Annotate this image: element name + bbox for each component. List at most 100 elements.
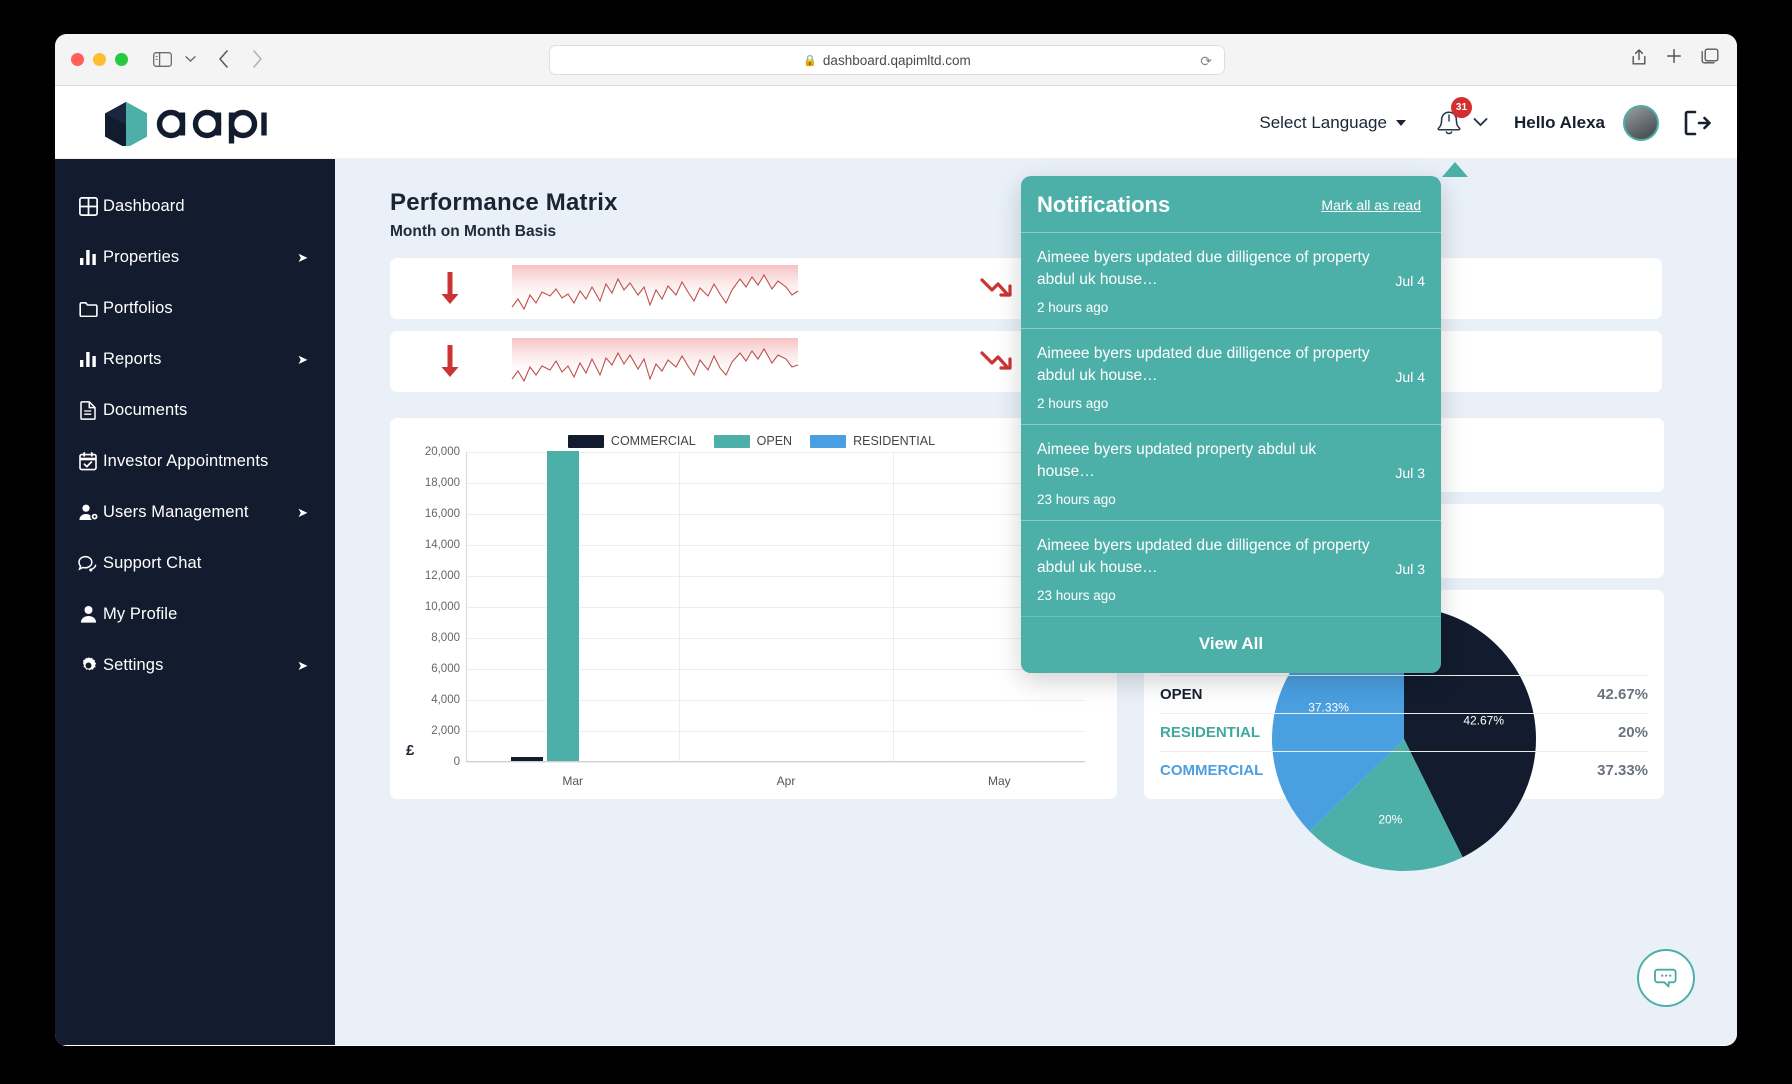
chevron-down-icon <box>1396 120 1406 126</box>
y-axis-tick-label: 4,000 <box>431 694 460 706</box>
browser-window: 🔒 dashboard.qapimltd.com ⟳ <box>55 34 1737 1046</box>
sidebar-item-label: Properties <box>103 248 179 267</box>
mark-all-as-read-link[interactable]: Mark all as read <box>1321 197 1421 213</box>
vertical-gridline <box>679 452 680 762</box>
expand-arrow-icon: ➤ <box>297 658 308 674</box>
pie-slice-label: 20% <box>1378 813 1402 827</box>
notifications-popover-pointer <box>1442 162 1468 177</box>
chat-bubble-icon <box>1653 966 1680 991</box>
header-actions: Select Language 31 Hello Alexa <box>1259 86 1711 159</box>
sidebar: Dashboard Properties ➤ Portfolios Re <box>55 159 335 1045</box>
app-body: Dashboard Properties ➤ Portfolios Re <box>55 159 1737 1045</box>
notifications-header: Notifications Mark all as read <box>1021 176 1441 232</box>
sidebar-item-label: Portfolios <box>103 299 173 318</box>
sidebar-item-settings[interactable]: Settings ➤ <box>55 640 335 691</box>
x-axis-tick-label: Mar <box>562 774 583 788</box>
y-axis-tick-label: 2,000 <box>431 725 460 737</box>
table-row-value: 20% <box>1618 724 1648 741</box>
language-selector[interactable]: Select Language <box>1259 113 1406 133</box>
table-row-label: RESIDENTIAL <box>1160 724 1260 741</box>
chart-legend: COMMERCIAL OPEN RESIDENTIAL <box>404 434 1099 448</box>
table-row[interactable]: RESIDENTIAL 20% <box>1160 713 1648 751</box>
sidebar-item-investor-appointments[interactable]: Investor Appointments <box>55 436 335 487</box>
sidebar-item-label: My Profile <box>103 605 177 624</box>
notification-item[interactable]: Aimeee byers updated due dilligence of p… <box>1021 328 1441 424</box>
sidebar-chevron-down-icon[interactable] <box>181 48 199 70</box>
notification-time: 2 hours ago <box>1037 396 1377 411</box>
y-axis-tick-label: 12,000 <box>425 570 460 582</box>
maximize-window-button[interactable] <box>115 53 128 66</box>
qapi-wordmark <box>154 101 270 145</box>
user-icon <box>73 605 103 624</box>
sidebar-item-dashboard[interactable]: Dashboard <box>55 181 335 232</box>
sidebar-item-label: Reports <box>103 350 161 369</box>
sidebar-item-my-profile[interactable]: My Profile <box>55 589 335 640</box>
sidebar-item-documents[interactable]: Documents <box>55 385 335 436</box>
view-all-button[interactable]: View All <box>1021 616 1441 673</box>
bar-chart-icon <box>73 249 103 266</box>
back-button[interactable] <box>212 48 234 70</box>
table-row-label: OPEN <box>1160 686 1203 703</box>
y-axis <box>466 452 467 762</box>
notification-date: Jul 3 <box>1395 465 1425 481</box>
sidebar-item-users-management[interactable]: Users Management ➤ <box>55 487 335 538</box>
sparkline-chart <box>510 338 800 386</box>
support-chat-widget-button[interactable] <box>1637 949 1695 1007</box>
y-axis-tick-label: 14,000 <box>425 539 460 551</box>
sidebar-toggle-icon[interactable] <box>150 48 174 70</box>
chart-plot-area: 02,0004,0006,0008,00010,00012,00014,0001… <box>466 452 1085 762</box>
y-axis-tick-label: 18,000 <box>425 477 460 489</box>
chart-bar[interactable] <box>547 451 579 761</box>
address-bar[interactable]: 🔒 dashboard.qapimltd.com ⟳ <box>549 45 1225 75</box>
legend-swatch <box>810 435 846 448</box>
tabs-icon[interactable] <box>1701 48 1719 73</box>
notification-item[interactable]: Aimeee byers updated property abdul uk h… <box>1021 424 1441 520</box>
notification-item[interactable]: Aimeee byers updated due dilligence of p… <box>1021 232 1441 328</box>
app-logo[interactable] <box>100 100 270 146</box>
reload-icon[interactable]: ⟳ <box>1200 53 1212 70</box>
legend-label: COMMERCIAL <box>611 434 696 448</box>
document-icon <box>73 401 103 420</box>
chart-bar[interactable] <box>511 757 543 761</box>
url-text: dashboard.qapimltd.com <box>823 53 971 68</box>
share-icon[interactable] <box>1631 48 1647 73</box>
x-axis <box>466 761 1085 762</box>
notification-date: Jul 3 <box>1395 561 1425 577</box>
x-axis-tick-label: May <box>988 774 1011 788</box>
expand-arrow-icon: ➤ <box>297 505 308 521</box>
plus-icon[interactable] <box>1666 48 1682 73</box>
table-row-label: COMMERCIAL <box>1160 762 1263 779</box>
table-row[interactable]: COMMERCIAL37.33% <box>1160 751 1648 789</box>
sidebar-item-support-chat[interactable]: Support Chat <box>55 538 335 589</box>
forward-button[interactable] <box>246 48 268 70</box>
y-axis-tick-label: 6,000 <box>431 663 460 675</box>
chat-icon <box>73 555 103 573</box>
legend-item[interactable]: OPEN <box>714 434 792 448</box>
trending-down-icon <box>980 276 1014 302</box>
sidebar-item-reports[interactable]: Reports ➤ <box>55 334 335 385</box>
table-row-value: 42.67% <box>1597 686 1648 703</box>
notification-text: Aimeee byers updated due dilligence of p… <box>1037 535 1377 579</box>
notifications-list[interactable]: Aimeee byers updated due dilligence of p… <box>1021 232 1441 616</box>
logout-button[interactable] <box>1683 110 1711 136</box>
notifications-bell-button[interactable]: 31 <box>1434 107 1488 139</box>
sparkline-chart <box>510 265 800 313</box>
notification-time: 2 hours ago <box>1037 300 1377 315</box>
close-window-button[interactable] <box>71 53 84 66</box>
y-axis-tick-label: 20,000 <box>425 446 460 458</box>
minimize-window-button[interactable] <box>93 53 106 66</box>
legend-item[interactable]: RESIDENTIAL <box>810 434 935 448</box>
vertical-gridline <box>893 452 894 762</box>
sidebar-item-portfolios[interactable]: Portfolios <box>55 283 335 334</box>
avatar[interactable] <box>1623 105 1659 141</box>
legend-item[interactable]: COMMERCIAL <box>568 434 696 448</box>
notification-count-badge: 31 <box>1451 97 1472 118</box>
sidebar-item-properties[interactable]: Properties ➤ <box>55 232 335 283</box>
y-axis-tick-label: 10,000 <box>425 601 460 613</box>
notification-item[interactable]: Aimeee byers updated due dilligence of p… <box>1021 520 1441 616</box>
notification-time: 23 hours ago <box>1037 492 1377 507</box>
folder-icon <box>73 301 103 317</box>
app-header: Select Language 31 Hello Alexa <box>55 86 1737 159</box>
window-controls[interactable] <box>71 53 128 66</box>
table-row[interactable]: OPEN 42.67% <box>1160 675 1648 713</box>
